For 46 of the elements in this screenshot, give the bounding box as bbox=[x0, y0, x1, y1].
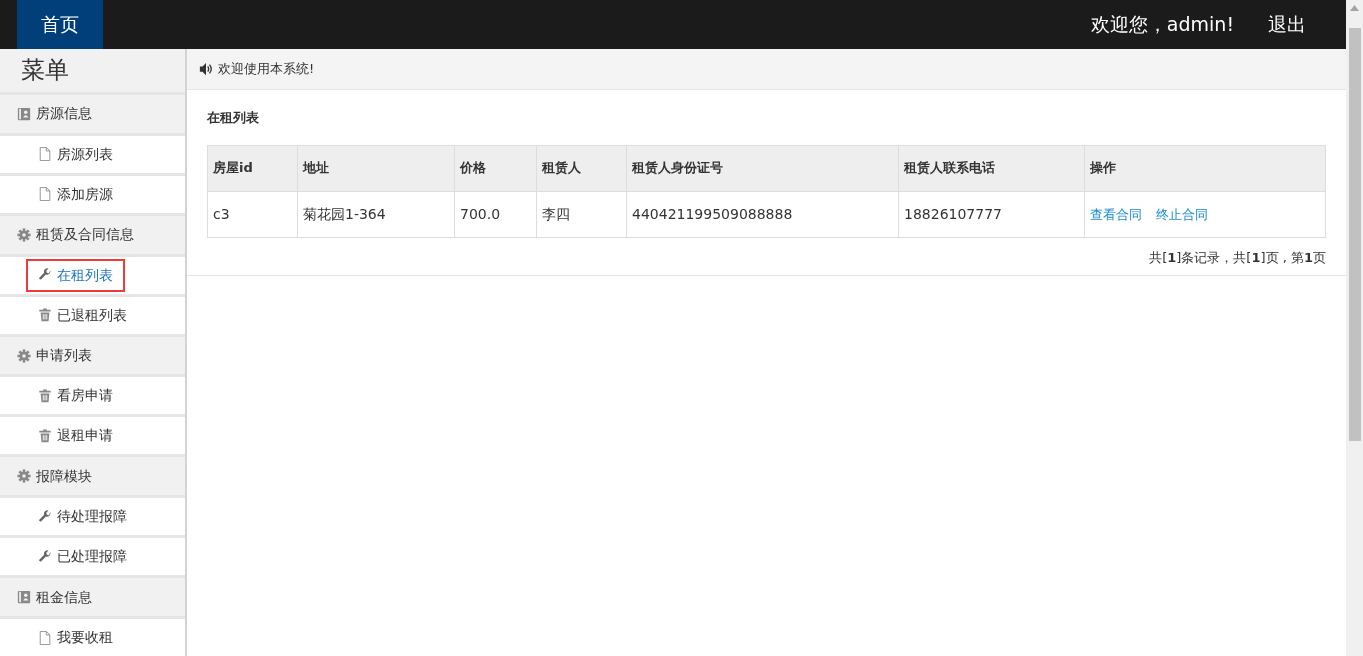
pagination-text: 共[1]条记录，共[1]页 , 第1页 bbox=[1148, 248, 1326, 267]
panel-title: 在租列表 bbox=[207, 109, 260, 127]
trash-icon bbox=[38, 388, 52, 403]
logout-link[interactable]: 退出 bbox=[1268, 10, 1306, 39]
menu-group-header[interactable]: 申请列表 bbox=[0, 336, 185, 375]
column-header: 房屋id bbox=[207, 145, 298, 191]
table-cell: 菊花园1-364 bbox=[297, 191, 455, 237]
table-cell: 李四 bbox=[536, 191, 627, 237]
gear-icon bbox=[17, 348, 31, 363]
menu-item[interactable]: 在租列表 bbox=[26, 258, 125, 292]
column-header: 租赁人联系电话 bbox=[898, 145, 1085, 191]
table-cell: 700.0 bbox=[454, 191, 537, 237]
column-header: 租赁人身份证号 bbox=[626, 145, 899, 191]
column-header: 操作 bbox=[1084, 145, 1326, 191]
menu-title: 菜单 bbox=[0, 49, 185, 92]
table-cell: c3 bbox=[207, 191, 298, 237]
file-icon bbox=[38, 630, 52, 645]
wrench-icon bbox=[38, 268, 52, 283]
scrollbar[interactable] bbox=[1346, 0, 1363, 656]
id-card-icon bbox=[17, 590, 31, 605]
gear-icon bbox=[17, 469, 31, 484]
home-tab[interactable]: 首页 bbox=[17, 0, 103, 49]
table-cell: 440421199509088888 bbox=[626, 191, 899, 237]
trash-icon bbox=[38, 428, 52, 443]
column-header: 地址 bbox=[297, 145, 455, 191]
menu-group-header[interactable]: 租赁及合同信息 bbox=[0, 215, 185, 254]
column-header: 价格 bbox=[454, 145, 537, 191]
scrollbar-thumb[interactable] bbox=[1348, 28, 1361, 441]
notice-text: 欢迎使用本系统! bbox=[218, 60, 315, 79]
speaker-icon bbox=[199, 62, 213, 76]
action-link[interactable]: 查看合同 bbox=[1090, 206, 1142, 222]
menu-group-header[interactable]: 租金信息 bbox=[0, 578, 185, 617]
gear-icon bbox=[17, 227, 31, 242]
scroll-up-icon[interactable] bbox=[1350, 5, 1359, 11]
id-card-icon bbox=[17, 106, 31, 121]
column-header: 租赁人 bbox=[536, 145, 627, 191]
menu-group-header[interactable]: 房源信息 bbox=[0, 94, 185, 133]
table-cell: 18826107777 bbox=[898, 191, 1085, 237]
wrench-icon bbox=[38, 509, 52, 524]
file-icon bbox=[38, 187, 52, 202]
file-icon bbox=[38, 147, 52, 162]
wrench-icon bbox=[38, 549, 52, 564]
action-link[interactable]: 终止合同 bbox=[1156, 206, 1208, 222]
menu-group-header[interactable]: 报障模块 bbox=[0, 457, 185, 496]
welcome-text: 欢迎您，admin! bbox=[1090, 12, 1234, 38]
trash-icon bbox=[38, 308, 52, 323]
